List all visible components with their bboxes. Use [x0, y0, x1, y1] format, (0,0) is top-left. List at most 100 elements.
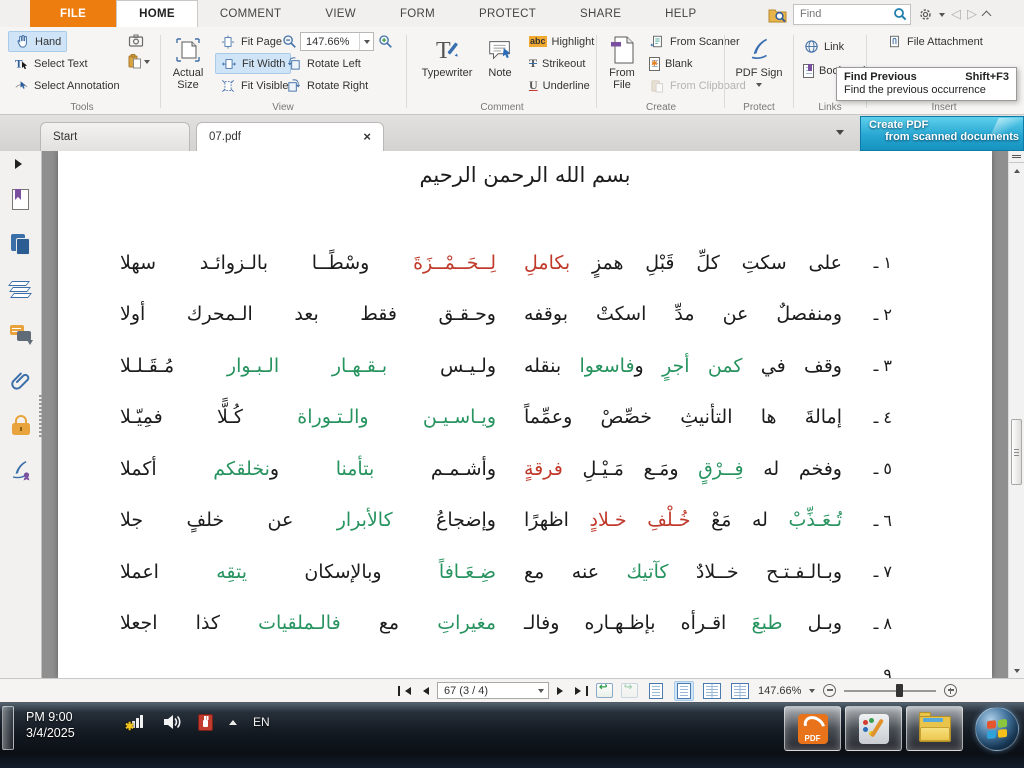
hand-tool-button[interactable]: Hand — [8, 31, 67, 52]
show-desktop-button[interactable] — [2, 706, 14, 750]
tab-comment[interactable]: COMMENT — [198, 0, 304, 27]
link-button[interactable]: Link — [798, 36, 849, 57]
tab-help[interactable]: HELP — [643, 0, 718, 27]
from-file-button[interactable]: From File — [602, 31, 642, 91]
tab-start[interactable]: Start — [40, 122, 190, 151]
zoom-in-icon[interactable] — [377, 34, 393, 50]
next-view-button[interactable] — [621, 683, 638, 698]
typewriter-label: Typewriter — [418, 67, 476, 79]
taskbar-clock[interactable]: PM 9:00 3/4/2025 — [26, 709, 75, 741]
taskbar-foxit-button[interactable] — [784, 706, 841, 751]
scroll-down-button[interactable] — [1009, 664, 1024, 678]
pdf-sign-button[interactable]: PDF Sign — [734, 31, 784, 93]
fit-page-button[interactable]: Fit Page — [215, 31, 287, 52]
single-page-view-button[interactable] — [646, 681, 666, 701]
tab-close-icon[interactable]: × — [363, 132, 371, 142]
facing-view-button[interactable] — [702, 681, 722, 701]
power-plug-icon[interactable] — [198, 714, 213, 731]
collapse-ribbon-icon[interactable] — [982, 11, 992, 21]
fit-width-label: Fit Width — [242, 58, 285, 70]
create-pdf-banner[interactable]: Create PDF from scanned documents — [860, 116, 1024, 151]
select-annotation-button[interactable]: Select Annotation — [8, 75, 125, 96]
fit-width-button[interactable]: Fit Width — [215, 53, 291, 74]
zoom-level-combo[interactable]: 147.66% — [300, 32, 374, 51]
strikeout-button[interactable]: T Strikeout — [524, 53, 590, 74]
zoom-slider[interactable] — [844, 690, 936, 692]
underline-button[interactable]: U Underline — [524, 75, 595, 96]
security-panel-button[interactable] — [0, 402, 41, 447]
bookmarks-icon — [12, 189, 29, 210]
select-text-button[interactable]: T Select Text — [8, 53, 93, 74]
search-icon[interactable] — [893, 7, 907, 21]
tab-protect[interactable]: PROTECT — [457, 0, 558, 27]
page-number-combo[interactable]: 67 (3 / 4) — [437, 682, 549, 699]
zoom-out-button[interactable] — [823, 684, 836, 697]
scrollbar-thumb[interactable] — [1011, 419, 1022, 485]
find-previous-tooltip: Find Previous Shift+F3 Find the previous… — [836, 67, 1017, 101]
clipboard-icon — [126, 53, 142, 69]
expand-panel-button[interactable] — [0, 151, 41, 177]
continuous-view-button[interactable] — [674, 681, 694, 701]
search-folder-icon[interactable] — [768, 6, 787, 23]
highlight-button[interactable]: abc Highlight — [524, 31, 599, 52]
clipboard-button[interactable] — [126, 53, 150, 69]
taskbar-paint-button[interactable] — [845, 706, 902, 751]
tab-share[interactable]: SHARE — [558, 0, 643, 27]
verse-number: ٥ ـ — [842, 459, 892, 478]
facing-icon — [703, 683, 721, 699]
page-combo-caret-icon — [538, 689, 544, 696]
blank-button[interactable]: Blank — [644, 53, 698, 74]
document-viewport[interactable]: بسم الله الرحمن الرحيم ١ ـعلى سكتِ كلِّ … — [42, 151, 1008, 678]
start-button[interactable] — [975, 707, 1019, 751]
previous-page-button[interactable] — [419, 687, 429, 695]
tab-document[interactable]: 07.pdf × — [196, 122, 384, 151]
basmala-heading: بسم الله الرحمن الرحيم — [58, 163, 992, 187]
taskbar-explorer-button[interactable] — [906, 706, 963, 751]
tab-home[interactable]: HOME — [116, 0, 198, 27]
previous-view-button[interactable] — [596, 683, 613, 698]
speaker-icon[interactable] — [162, 713, 182, 731]
zoom-in-button[interactable] — [944, 684, 957, 697]
find-next-icon[interactable]: ▷ — [967, 6, 977, 22]
network-icon[interactable]: ✱ — [128, 714, 146, 730]
find-previous-icon[interactable]: ◁ — [951, 6, 961, 22]
comments-panel-button[interactable] — [0, 312, 41, 357]
rotate-left-button[interactable]: Rotate Left — [281, 53, 366, 74]
banner-line2: from scanned documents — [869, 131, 1019, 143]
attachments-panel-button[interactable] — [0, 357, 41, 402]
actual-size-label: Actual Size — [163, 67, 213, 91]
rotate-right-button[interactable]: Rotate Right — [281, 75, 373, 96]
note-button[interactable]: Note — [480, 31, 520, 79]
scrollbar-split-handle[interactable] — [1009, 151, 1024, 163]
actual-size-button[interactable]: Actual Size — [163, 31, 213, 91]
bookmarks-panel-button[interactable] — [0, 177, 41, 222]
zoom-slider-thumb[interactable] — [896, 684, 903, 697]
show-hidden-icons-button[interactable] — [229, 716, 237, 725]
first-page-button[interactable] — [398, 686, 411, 696]
previous-page-icon — [419, 687, 429, 695]
next-page-button[interactable] — [557, 687, 567, 695]
tab-file[interactable]: FILE — [30, 0, 116, 27]
tab-form[interactable]: FORM — [378, 0, 457, 27]
link-globe-icon — [803, 39, 819, 55]
note-label: Note — [480, 67, 520, 79]
snapshot-camera-icon[interactable] — [128, 32, 144, 48]
scroll-up-button[interactable] — [1009, 163, 1024, 177]
typewriter-button[interactable]: T Typewriter — [418, 31, 476, 79]
pages-panel-button[interactable] — [0, 222, 41, 267]
layers-panel-button[interactable] — [0, 267, 41, 312]
tab-view[interactable]: VIEW — [303, 0, 378, 27]
continuous-facing-view-button[interactable] — [730, 681, 750, 701]
find-options-caret-icon[interactable] — [939, 13, 945, 20]
zoom-out-icon[interactable] — [281, 34, 297, 50]
verse-number: ٧ ـ — [842, 562, 892, 581]
digital-signatures-panel-button[interactable] — [0, 447, 41, 492]
language-indicator[interactable]: EN — [253, 715, 270, 729]
verse-left-hemistich: لِــحَــمْــزَةَ وسْطًــا بالـزوائـد سهل… — [120, 252, 496, 274]
find-settings-gear-icon[interactable] — [917, 6, 933, 22]
file-attachment-button[interactable]: File Attachment — [881, 31, 988, 52]
last-page-button[interactable] — [575, 686, 588, 696]
tab-list-dropdown[interactable] — [824, 121, 856, 145]
find-input[interactable] — [800, 8, 893, 20]
zoom-presets-caret-icon[interactable] — [809, 689, 815, 696]
